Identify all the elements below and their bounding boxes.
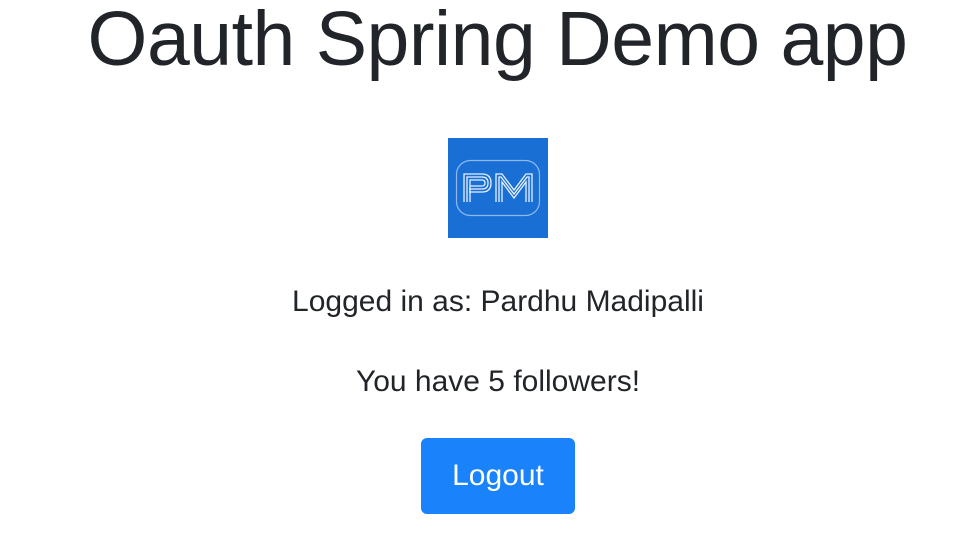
profile-logo-icon — [448, 138, 548, 238]
followers-count-text: You have 5 followers! — [355, 365, 641, 398]
page-title: Oauth Spring Demo app — [87, 0, 908, 82]
page: Oauth Spring Demo app Logged in as: Pard… — [0, 0, 970, 548]
avatar — [448, 138, 548, 238]
logout-button[interactable]: Logout — [421, 438, 575, 514]
logged-in-text: Logged in as: Pardhu Madipalli — [292, 285, 704, 318]
